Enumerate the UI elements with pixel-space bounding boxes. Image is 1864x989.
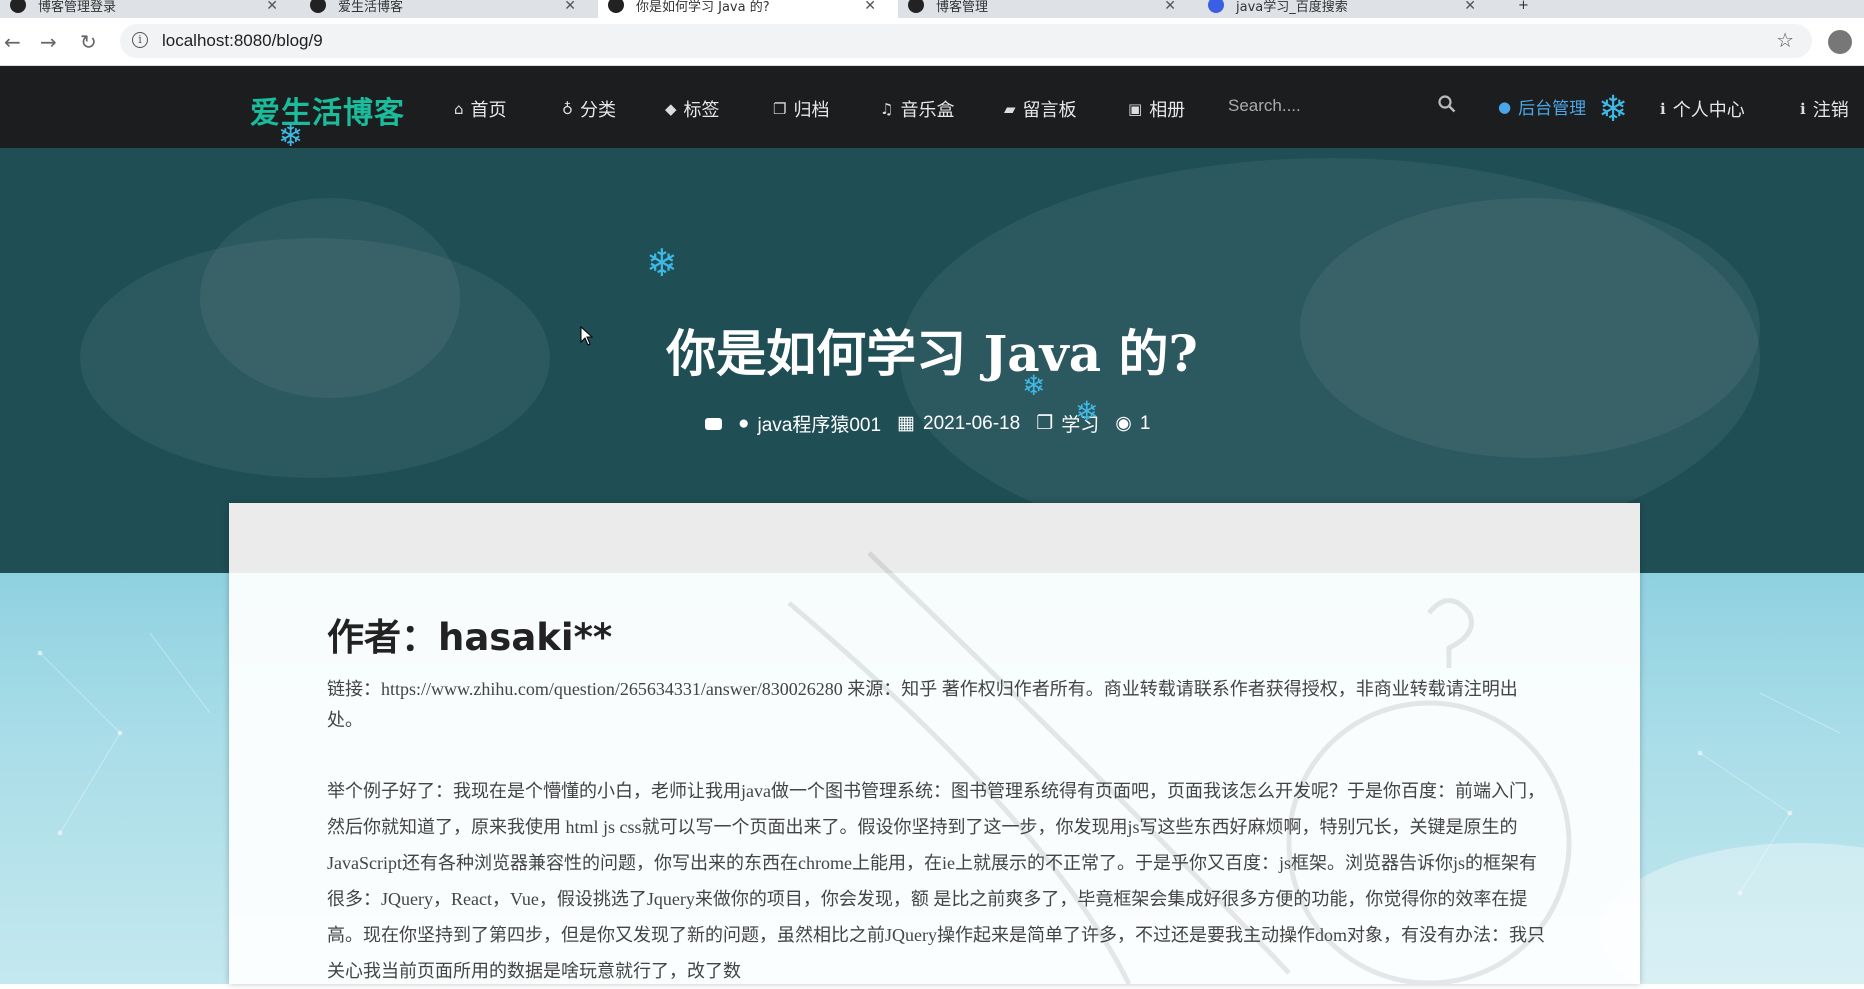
favicon-icon xyxy=(608,0,624,13)
date-text: 2021-06-18 xyxy=(923,412,1021,434)
close-icon[interactable]: ✕ xyxy=(1464,0,1476,14)
back-icon[interactable]: ← xyxy=(4,30,21,54)
browser-toolbar: ← → ↻ i localhost:8080/blog/9 ☆ xyxy=(0,18,1864,66)
snowflake-icon: ❄ xyxy=(1598,89,1629,130)
search-icon[interactable] xyxy=(1438,95,1456,113)
url-text: localhost:8080/blog/9 xyxy=(162,31,323,50)
eye-icon: ◉ xyxy=(1115,413,1132,434)
nav-item-archive[interactable]: ❐ 归档 xyxy=(773,96,829,122)
browser-tab[interactable]: 爱生活博客 ✕ xyxy=(300,0,598,18)
article-paragraph: 链接：https://www.zhihu.com/question/265634… xyxy=(327,679,1518,730)
article-paragraph: 举个例子好了：我现在是个懵懂的小白，老师让我用java做一个图书管理系统：图书管… xyxy=(327,781,1545,981)
browser-tab-active[interactable]: 你是如何学习 Java 的? ✕ xyxy=(598,0,898,18)
browser-tab[interactable]: 博客管理 ✕ xyxy=(898,0,1198,18)
search-input[interactable]: Search.... xyxy=(1228,96,1301,116)
post-author[interactable]: ● java程序猿001 xyxy=(738,410,881,437)
clone-icon: ❐ xyxy=(773,100,787,118)
favicon-icon xyxy=(1208,0,1224,13)
home-icon: ⌂ xyxy=(454,100,464,118)
author-name: java程序猿001 xyxy=(757,415,882,436)
nav-label: 首页 xyxy=(470,100,507,121)
clone-icon: ❐ xyxy=(1036,413,1054,434)
nav-item-message-board[interactable]: ▰ 留言板 xyxy=(1004,96,1077,122)
info-icon: ℹ xyxy=(1660,100,1666,118)
original-badge-icon xyxy=(705,417,722,430)
snowflake-icon: ❄ xyxy=(1022,369,1046,402)
calendar-icon: ▦ xyxy=(897,413,915,434)
snowflake-icon: ❄ xyxy=(646,241,678,285)
nav-item-profile[interactable]: ℹ 个人中心 xyxy=(1660,96,1745,122)
profile-avatar[interactable] xyxy=(1828,30,1852,54)
favicon-icon xyxy=(310,0,326,13)
reload-icon[interactable]: ↻ xyxy=(80,30,97,54)
forward-icon[interactable]: → xyxy=(40,30,57,54)
tab-title: java学习_百度搜索 xyxy=(1236,0,1348,15)
address-bar[interactable]: i localhost:8080/blog/9 xyxy=(120,24,1812,58)
site-logo[interactable]: 爱生活博客 xyxy=(250,88,405,132)
user-icon: ● xyxy=(738,412,750,434)
nav-item-tags[interactable]: ◆ 标签 xyxy=(665,96,720,122)
views-count: 1 xyxy=(1139,412,1151,434)
info-icon: ℹ xyxy=(1800,100,1806,118)
image-icon: ▣ xyxy=(1128,100,1143,118)
tags-icon: ◆ xyxy=(665,100,677,118)
favicon-icon xyxy=(10,0,26,13)
nav-label: 归档 xyxy=(793,100,830,121)
close-icon[interactable]: ✕ xyxy=(1164,0,1176,14)
post-title: 你是如何学习 Java 的? xyxy=(666,324,1198,383)
browser-tab[interactable]: java学习_百度搜索 ✕ xyxy=(1198,0,1498,18)
snowflake-icon: ❄ xyxy=(1075,395,1099,428)
nav-item-album[interactable]: ▣ 相册 xyxy=(1128,96,1185,122)
tab-title: 爱生活博客 xyxy=(338,0,404,15)
tab-title: 博客管理登录 xyxy=(38,0,117,15)
nav-label: 留言板 xyxy=(1022,100,1077,121)
nav-item-logout[interactable]: ℹ 注销 xyxy=(1800,96,1849,122)
browser-tabbar: 博客管理登录 ✕ 爱生活博客 ✕ 你是如何学习 Java 的? ✕ 博客管理 ✕… xyxy=(0,0,1864,18)
favicon-icon xyxy=(908,0,924,13)
user-icon: ● xyxy=(1498,97,1512,116)
book-icon: ▰ xyxy=(1004,100,1016,118)
music-icon: ♫ xyxy=(880,100,894,118)
info-icon[interactable]: i xyxy=(132,32,148,48)
map-marker-icon: ♁ xyxy=(562,100,573,118)
nav-item-music[interactable]: ♫ 音乐盒 xyxy=(880,96,954,122)
plus-icon: + xyxy=(1518,0,1529,13)
nav-item-category[interactable]: ♁ 分类 xyxy=(562,96,616,122)
post-date: ▦ 2021-06-18 xyxy=(897,412,1020,435)
nav-label: 音乐盒 xyxy=(900,100,955,121)
nav-label: 分类 xyxy=(580,100,616,121)
close-icon[interactable]: ✕ xyxy=(564,0,576,14)
close-icon[interactable]: ✕ xyxy=(864,0,876,14)
bookmark-star-icon[interactable]: ☆ xyxy=(1776,28,1794,52)
nav-item-admin[interactable]: ● 后台管理 xyxy=(1498,94,1587,120)
site-navbar: 爱生活博客 ❄ ⌂ 首页 ♁ 分类 ◆ 标签 ❐ 归档 ♫ 音乐盒 ▰ 留言板 … xyxy=(0,66,1864,152)
nav-item-home[interactable]: ⌂ 首页 xyxy=(454,96,507,122)
browser-tab[interactable]: 博客管理登录 ✕ xyxy=(0,0,300,18)
nav-label: 后台管理 xyxy=(1518,99,1587,119)
article-heading: 作者：hasaki** xyxy=(327,616,613,659)
new-tab-button[interactable]: + xyxy=(1508,0,1538,18)
tab-title: 你是如何学习 Java 的? xyxy=(636,0,770,15)
mouse-cursor-icon xyxy=(580,326,594,346)
nav-label: 标签 xyxy=(683,100,720,121)
tab-title: 博客管理 xyxy=(936,0,989,15)
article-card: 作者：hasaki** 链接：https://www.zhihu.com/que… xyxy=(229,503,1640,984)
post-views: ◉ 1 xyxy=(1115,412,1150,435)
nav-label: 个人中心 xyxy=(1672,100,1745,121)
nav-label: 注销 xyxy=(1812,100,1849,121)
close-icon[interactable]: ✕ xyxy=(266,0,278,14)
nav-label: 相册 xyxy=(1149,100,1186,121)
